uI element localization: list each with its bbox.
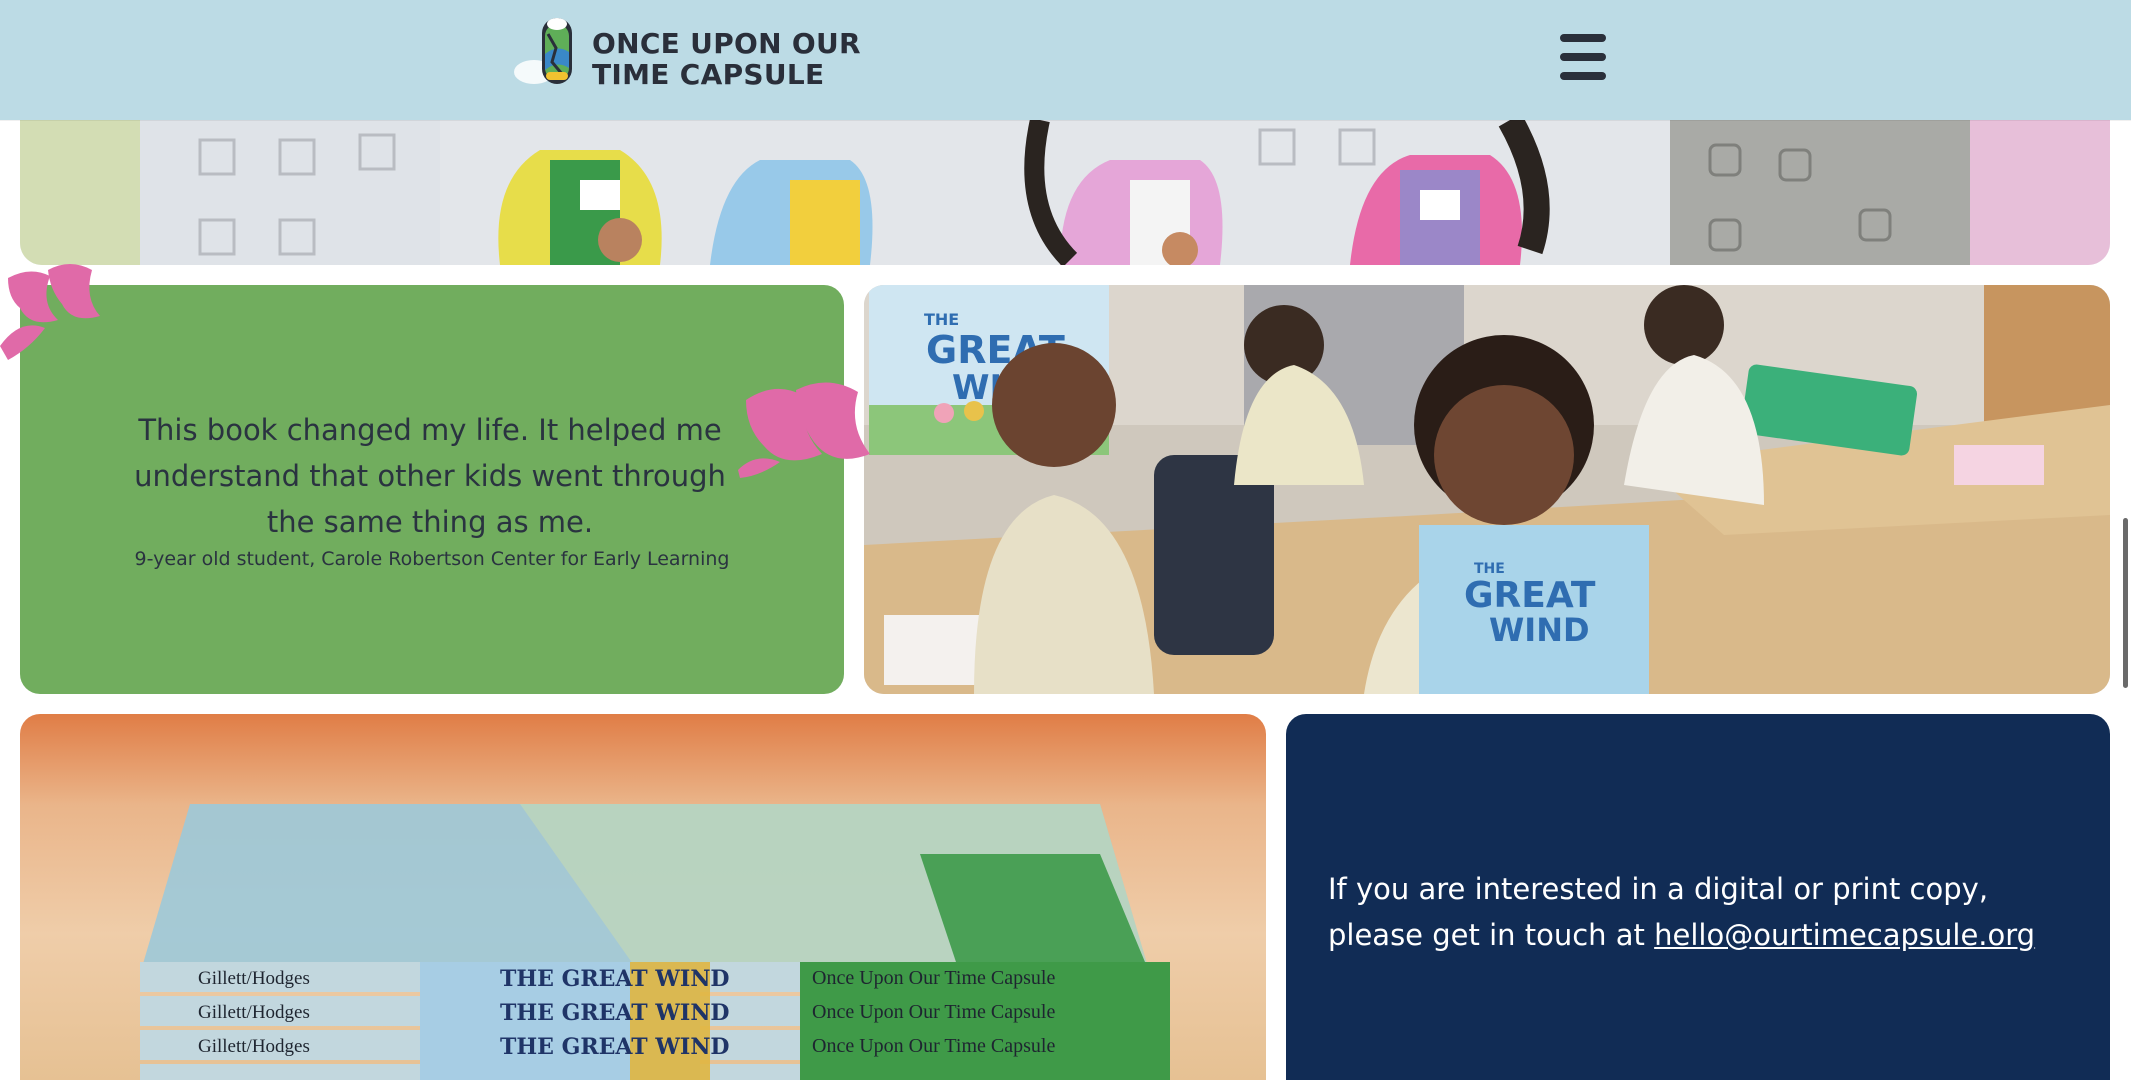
spine-title-1: THE GREAT WIND <box>500 966 730 992</box>
spine-series-3: Once Upon Our Time Capsule <box>812 1035 1055 1057</box>
close-quote-mark-icon <box>738 382 870 478</box>
book-stack-photo: Gillett/Hodges Gillett/Hodges Gillett/Ho… <box>20 714 1266 1080</box>
site-header: ONCE UPON OUR TIME CAPSULE <box>0 0 2131 120</box>
spine-author-3: Gillett/Hodges <box>198 1036 310 1057</box>
contact-text: If you are interested in a digital or pr… <box>1328 866 2088 958</box>
spine-title-3: THE GREAT WIND <box>500 1034 730 1060</box>
spine-title-2: THE GREAT WIND <box>500 1000 730 1026</box>
classroom-students-photo: THE GREAT WIND THE GREAT WIND <box>864 285 2110 694</box>
testimonial-card: This book changed my life. It helped me … <box>20 285 844 694</box>
spine-author-2: Gillett/Hodges <box>198 1002 310 1023</box>
site-logo[interactable]: ONCE UPON OUR TIME CAPSULE <box>512 14 861 90</box>
hamburger-menu-icon[interactable] <box>1560 34 1606 82</box>
contact-card: If you are interested in a digital or pr… <box>1286 714 2110 1080</box>
open-quote-mark-icon <box>0 264 100 360</box>
logo-text: ONCE UPON OUR TIME CAPSULE <box>592 28 861 90</box>
spine-author-1: Gillett/Hodges <box>198 968 310 989</box>
svg-text:WIND: WIND <box>1489 611 1590 649</box>
spine-series-2: Once Upon Our Time Capsule <box>812 1001 1055 1023</box>
page-scrollbar[interactable] <box>2119 0 2131 1080</box>
spine-series-1: Once Upon Our Time Capsule <box>812 967 1055 989</box>
logo-line-2: TIME CAPSULE <box>592 58 825 91</box>
testimonial-quote: This book changed my life. It helped me … <box>134 413 726 539</box>
time-capsule-logo-icon <box>514 18 572 84</box>
contact-email-link[interactable]: hello@ourtimecapsule.org <box>1654 918 2035 952</box>
book-the-label: THE <box>924 310 959 329</box>
logo-line-1: ONCE UPON OUR <box>592 27 861 60</box>
testimonial-attribution: 9-year old student, Carole Robertson Cen… <box>134 548 730 570</box>
scrollbar-thumb[interactable] <box>2123 518 2128 688</box>
svg-text:GREAT: GREAT <box>1464 575 1596 616</box>
